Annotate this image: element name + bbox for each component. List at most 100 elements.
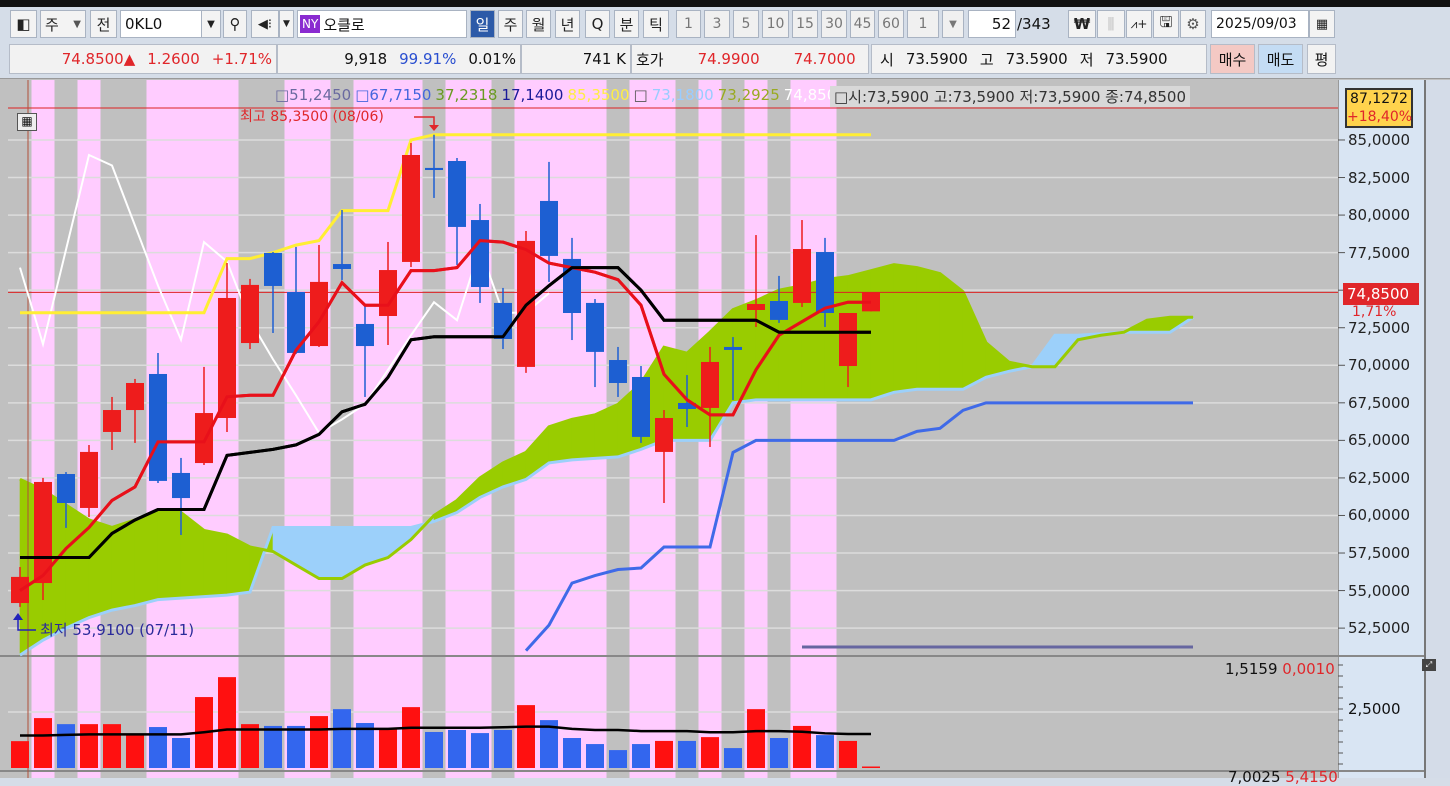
cloud-bullish-segment xyxy=(916,267,941,390)
day-stripe xyxy=(836,80,860,778)
day-stripe xyxy=(261,80,285,778)
day-stripe xyxy=(353,80,377,778)
volume-bar xyxy=(655,740,673,768)
candle-down xyxy=(172,472,190,499)
volume-bar xyxy=(678,740,696,768)
candle-up xyxy=(241,284,259,344)
volume-bar xyxy=(126,735,144,768)
y-tick-label: 52,5000 xyxy=(1348,619,1411,638)
candle-down xyxy=(471,220,489,288)
volume-bar xyxy=(34,718,52,768)
legend-item: □51,2450 xyxy=(275,86,352,104)
day-stripe xyxy=(330,80,354,778)
y-tick-label: 67,5000 xyxy=(1348,393,1411,412)
y-tick-label: 82,5000 xyxy=(1348,168,1411,187)
legend-item: 37,2318 xyxy=(435,86,498,104)
legend-item: 17,1400 xyxy=(501,86,564,104)
volume-bar xyxy=(103,724,121,768)
grid-toggle-icon[interactable]: ▦ xyxy=(17,113,37,131)
volume-legend: 1,5159 0,0010 xyxy=(1225,660,1335,678)
day-stripe xyxy=(468,80,492,778)
candle-up xyxy=(747,303,765,310)
volume-bar xyxy=(425,731,443,768)
volume-bar xyxy=(471,733,489,768)
cloud-bullish-segment xyxy=(732,300,757,404)
day-stripe xyxy=(284,80,308,778)
candle-up xyxy=(126,382,144,411)
candle-down xyxy=(586,302,604,352)
volume-bar xyxy=(264,725,282,768)
highest-marker: 최고 85,3500 (08/06) xyxy=(240,109,384,125)
candle-down xyxy=(494,302,512,339)
ohlc-legend: □시:73,5900 고:73,5900 저:73,5900 종:74,8500 xyxy=(830,86,1191,107)
volume-bar xyxy=(586,744,604,768)
day-stripe xyxy=(721,80,745,778)
day-stripe xyxy=(813,80,837,778)
top-price-pct: +18,40% xyxy=(1347,109,1413,125)
y-tick-label: 72,5000 xyxy=(1348,318,1411,337)
volume-bar xyxy=(80,724,98,768)
candle-down xyxy=(356,323,374,347)
day-stripe xyxy=(767,80,791,778)
volume-bar xyxy=(57,724,75,768)
day-stripe xyxy=(514,80,538,778)
legend-item: 85,3500 xyxy=(567,86,630,104)
volume-bar xyxy=(333,709,351,768)
volume-bar xyxy=(701,737,719,768)
cloud-bullish-segment xyxy=(157,512,182,600)
cloud-bullish-segment xyxy=(88,519,113,619)
candle-down xyxy=(540,200,558,256)
lowest-marker: 최저 53,9100 (07/11) xyxy=(40,621,195,639)
volume-bar xyxy=(747,709,765,768)
volume-bar xyxy=(172,738,190,768)
cloud-bullish-segment xyxy=(962,291,987,390)
cloud-bullish-segment xyxy=(870,264,895,401)
candle-up xyxy=(310,281,328,347)
candle-down xyxy=(816,252,834,314)
y-tick-label: 77,5000 xyxy=(1348,243,1411,262)
volume-bar xyxy=(609,750,627,768)
volume-bar xyxy=(632,744,650,768)
candle-up xyxy=(655,417,673,452)
cloud-bullish-segment xyxy=(134,512,159,606)
candle-down xyxy=(448,161,466,227)
legend-item: 73,2925 xyxy=(717,86,780,104)
current-price-label: 74,8500 xyxy=(1343,283,1419,305)
candle-down xyxy=(425,167,443,171)
candle-down xyxy=(770,300,788,320)
y-tick-label: 85,0000 xyxy=(1348,130,1411,149)
cloud-bullish-segment xyxy=(203,530,228,597)
y-tick-label: 62,5000 xyxy=(1348,468,1411,487)
maximize-panel-icon[interactable]: ⤢ xyxy=(1422,659,1436,671)
candle-down xyxy=(149,373,167,481)
day-stripe xyxy=(744,80,768,778)
legend-item: □ xyxy=(633,86,648,104)
volume-bar xyxy=(494,729,512,768)
cloud-bullish-segment xyxy=(893,264,918,393)
y-tick-label: 65,0000 xyxy=(1348,431,1411,450)
candle-up xyxy=(103,410,121,432)
candle-down xyxy=(57,474,75,504)
top-price-value: 87,1272 xyxy=(1350,91,1408,107)
candle-up xyxy=(701,361,719,408)
volume-bar xyxy=(839,740,857,768)
candle-down xyxy=(264,252,282,286)
volume-value-label: 0,0010 xyxy=(1282,660,1335,678)
volume-bar xyxy=(402,707,420,768)
current-pct-label: 1,71% xyxy=(1352,304,1397,320)
cloud-bullish-segment xyxy=(571,414,596,461)
volume-bar xyxy=(517,705,535,768)
candle-up xyxy=(80,451,98,508)
y-tick-label: 60,0000 xyxy=(1348,506,1411,525)
candle-down xyxy=(724,346,742,350)
y-tick-label: 55,0000 xyxy=(1348,581,1411,600)
day-stripe xyxy=(31,80,55,778)
volume-bar xyxy=(770,738,788,768)
volume-bar xyxy=(310,716,328,768)
next-panel-value-b: 5,4150 xyxy=(1285,768,1338,786)
day-stripe xyxy=(790,80,814,778)
day-stripe xyxy=(491,80,515,778)
day-stripe xyxy=(169,80,193,778)
volume-bar xyxy=(287,725,305,768)
next-panel-value-a: 7,0025 xyxy=(1228,768,1281,786)
